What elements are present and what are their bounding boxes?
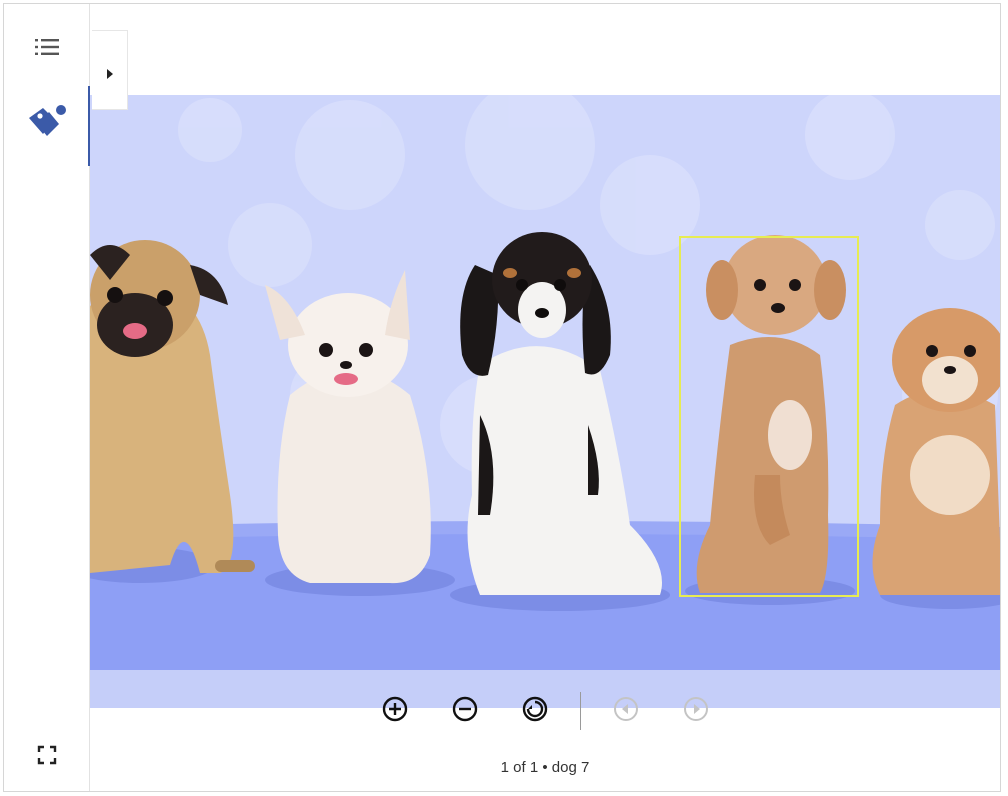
annotation-bounding-box[interactable]: dog 7 [679,236,859,597]
panel-toggle-button[interactable] [92,30,128,110]
previous-button[interactable] [606,691,646,731]
previous-icon [613,696,639,727]
zoom-out-icon [452,696,478,727]
tag-labels-icon [25,102,69,151]
next-icon [683,696,709,727]
reset-view-icon [522,696,548,727]
next-button[interactable] [676,691,716,731]
image-canvas[interactable]: pu dog 7 [90,95,1000,708]
left-rail [4,4,91,791]
zoom-in-icon [382,696,408,727]
viewer-toolbar [90,687,1000,735]
zoom-out-button[interactable] [445,691,485,731]
pagination-current: 1 [500,759,509,776]
pagination-of: of [513,759,526,776]
pagination-label: dog 7 [551,759,590,776]
zoom-in-button[interactable] [375,691,415,731]
pagination-separator: • [542,759,548,776]
fullscreen-icon [37,745,57,770]
list-icon [34,38,60,61]
toolbar-divider [579,692,581,730]
annotation-label: dog 7 [681,238,682,239]
caret-right-icon [105,67,115,85]
pagination-caption: 1 of 1 • dog 7 [90,759,1000,776]
viewer: pu dog 7 [90,4,1000,791]
fullscreen-button[interactable] [4,739,90,775]
reset-view-button[interactable] [515,691,555,731]
list-button[interactable] [4,29,90,69]
image-viewer-frame: pu dog 7 [3,3,1001,792]
pagination-total: 1 [529,759,539,776]
labels-button[interactable] [4,86,91,166]
dog-photo [90,95,1000,708]
